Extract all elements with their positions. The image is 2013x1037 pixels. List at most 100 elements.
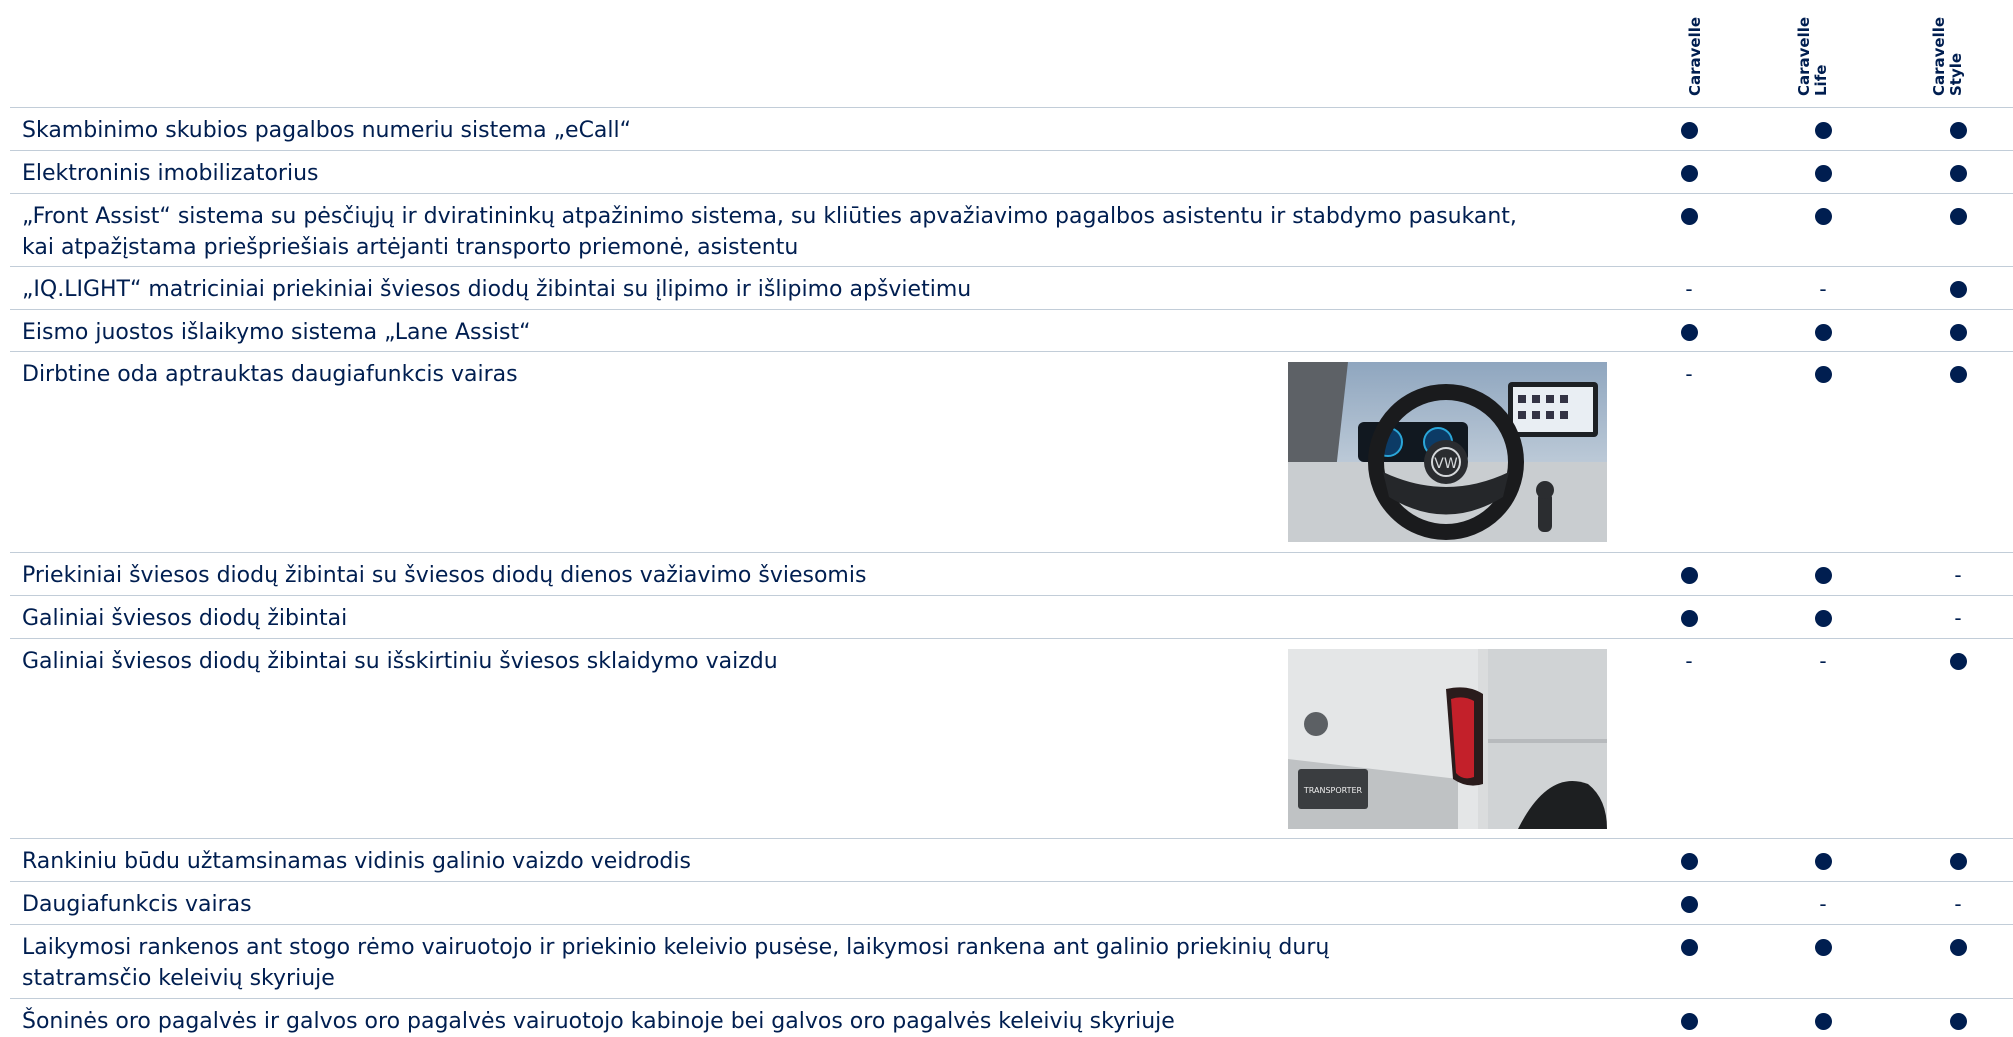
included-dot-icon: [1943, 158, 1973, 188]
table-row: Dirbtine oda aptrauktas daugiafunkcis va…: [0, 351, 2013, 552]
dot-icon: [1680, 208, 1698, 225]
included-dot-icon: [1808, 317, 1838, 347]
table-row: „IQ.LIGHT“ matriciniai priekiniai švieso…: [0, 266, 2013, 309]
dot-icon: [1680, 324, 1698, 341]
row-divider: [10, 638, 2013, 639]
dot-icon: [1814, 366, 1832, 383]
feature-label: Priekiniai šviesos diodų žibintai su švi…: [22, 563, 867, 588]
not-available-dash: -: [1954, 606, 1962, 630]
dot-icon: [1949, 366, 1967, 383]
dot-icon: [1814, 1013, 1832, 1030]
not-available-dash: -: [1819, 649, 1827, 673]
included-dot-icon: [1943, 274, 1973, 304]
row-divider: [10, 309, 2013, 310]
row-divider: [10, 924, 2013, 925]
dot-icon: [1814, 324, 1832, 341]
included-dot-icon: [1808, 115, 1838, 145]
not-available-dash: -: [1819, 277, 1827, 301]
table-row: Laikymosi rankenos ant stogo rėmo vairuo…: [0, 924, 2013, 998]
included-dot-icon: [1808, 359, 1838, 389]
dot-icon: [1814, 208, 1832, 225]
table-row: Daugiafunkcis vairas - -: [0, 881, 2013, 924]
table-row: Rankiniu būdu užtamsinamas vidinis galin…: [0, 838, 2013, 881]
dot-icon: [1680, 939, 1698, 956]
row-divider: [10, 150, 2013, 151]
dot-icon: [1680, 896, 1698, 913]
feature-label: „Front Assist“ sistema su pėsčiųjų ir dv…: [22, 204, 1517, 260]
dot-icon: [1949, 208, 1967, 225]
dot-icon: [1814, 610, 1832, 627]
feature-label: „IQ.LIGHT“ matriciniai priekiniai švieso…: [22, 277, 972, 302]
dot-icon: [1680, 122, 1698, 139]
row-divider: [10, 595, 2013, 596]
dot-icon: [1814, 165, 1832, 182]
svg-text:VW: VW: [1434, 456, 1458, 472]
dot-icon: [1680, 165, 1698, 182]
dot-icon: [1680, 853, 1698, 870]
row-divider: [10, 193, 2013, 194]
steering-wheel-photo: VW: [1288, 362, 1607, 542]
dot-icon: [1949, 324, 1967, 341]
table-row: Galiniai šviesos diodų žibintai su išski…: [0, 638, 2013, 838]
not-available-dash: -: [1685, 277, 1693, 301]
dot-icon: [1949, 853, 1967, 870]
row-divider: [10, 998, 2013, 999]
not-available-dash: -: [1954, 892, 1962, 916]
included-dot-icon: [1674, 932, 1704, 962]
included-dot-icon: [1808, 846, 1838, 876]
feature-label: Šoninės oro pagalvės ir galvos oro pagal…: [22, 1009, 1175, 1034]
dot-icon: [1949, 1013, 1967, 1030]
included-dot-icon: [1943, 201, 1973, 231]
included-dot-icon: [1674, 560, 1704, 590]
dot-icon: [1949, 653, 1967, 670]
included-dot-icon: [1808, 603, 1838, 633]
dot-icon: [1814, 122, 1832, 139]
dot-icon: [1680, 567, 1698, 584]
included-dot-icon: [1674, 201, 1704, 231]
dot-icon: [1814, 567, 1832, 584]
feature-label: Laikymosi rankenos ant stogo rėmo vairuo…: [22, 935, 1330, 991]
dot-icon: [1949, 939, 1967, 956]
not-available-dash: -: [1685, 362, 1693, 386]
included-dot-icon: [1674, 603, 1704, 633]
included-dot-icon: [1674, 889, 1704, 919]
included-dot-icon: [1808, 932, 1838, 962]
feature-label: Elektroninis imobilizatorius: [22, 161, 319, 186]
included-dot-icon: [1674, 317, 1704, 347]
row-divider: [10, 552, 2013, 553]
included-dot-icon: [1943, 1006, 1973, 1036]
dot-icon: [1680, 610, 1698, 627]
row-divider: [10, 351, 2013, 352]
table-header: Caravelle Caravelle Life Caravelle Style: [0, 0, 2013, 107]
included-dot-icon: [1943, 115, 1973, 145]
column-header-caravelle-life: Caravelle Life: [1795, 16, 1830, 96]
table-row: Eismo juostos išlaikymo sistema „Lane As…: [0, 309, 2013, 351]
svg-text:TRANSPORTER: TRANSPORTER: [1303, 786, 1363, 795]
row-divider: [10, 266, 2013, 267]
table-row: Galiniai šviesos diodų žibintai -: [0, 595, 2013, 638]
feature-label: Skambinimo skubios pagalbos numeriu sist…: [22, 118, 632, 143]
included-dot-icon: [1674, 158, 1704, 188]
included-dot-icon: [1943, 646, 1973, 676]
dot-icon: [1680, 1013, 1698, 1030]
feature-label: Galiniai šviesos diodų žibintai: [22, 606, 348, 631]
not-available-dash: -: [1819, 892, 1827, 916]
row-divider: [10, 107, 2013, 108]
table-row: Šoninės oro pagalvės ir galvos oro pagal…: [0, 998, 2013, 1035]
included-dot-icon: [1943, 359, 1973, 389]
row-divider: [10, 838, 2013, 839]
not-available-dash: -: [1685, 649, 1693, 673]
included-dot-icon: [1943, 846, 1973, 876]
column-header-caravelle: Caravelle: [1686, 16, 1704, 96]
feature-label: Eismo juostos išlaikymo sistema „Lane As…: [22, 320, 531, 345]
included-dot-icon: [1674, 846, 1704, 876]
table-row: „Front Assist“ sistema su pėsčiųjų ir dv…: [0, 193, 2013, 266]
table-row: Skambinimo skubios pagalbos numeriu sist…: [0, 107, 2013, 150]
dot-icon: [1814, 939, 1832, 956]
feature-label: Daugiafunkcis vairas: [22, 892, 252, 917]
included-dot-icon: [1808, 201, 1838, 231]
table-row: Elektroninis imobilizatorius: [0, 150, 2013, 193]
included-dot-icon: [1943, 932, 1973, 962]
included-dot-icon: [1674, 1006, 1704, 1036]
included-dot-icon: [1808, 560, 1838, 590]
